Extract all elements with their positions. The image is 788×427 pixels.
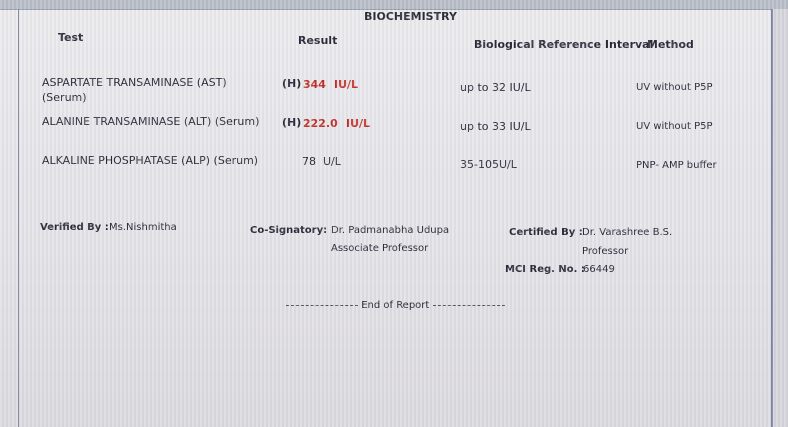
- row-ast-value: 344: [303, 78, 326, 91]
- verified-label: Verified By :: [40, 222, 109, 233]
- header-reference: Biological Reference Interval: [474, 38, 654, 51]
- certified-label: Certified By :: [509, 227, 583, 238]
- section-title: BIOCHEMISTRY: [364, 10, 457, 23]
- row-alp-reference: 35-105U/L: [460, 158, 517, 171]
- right-scroll-area[interactable]: [773, 9, 788, 427]
- header-method: Method: [647, 38, 694, 51]
- row-alt-test: ALANINE TRANSAMINASE (ALT) (Serum): [42, 115, 260, 128]
- cosign-title: Associate Professor: [331, 243, 429, 254]
- row-ast-unit: IU/L: [334, 78, 359, 91]
- row-alp-unit: U/L: [323, 155, 341, 168]
- row-alt-value: 222.0: [303, 117, 338, 130]
- row-ast-specimen: (Serum): [42, 91, 87, 104]
- row-ast-method: UV without P5P: [636, 82, 713, 93]
- row-alt-reference: up to 33 IU/L: [460, 120, 531, 133]
- row-alt-method: UV without P5P: [636, 121, 713, 132]
- row-ast-reference: up to 32 IU/L: [460, 81, 531, 94]
- report-window: BIOCHEMISTRY Test Result Biological Refe…: [0, 0, 788, 427]
- footer-dashes-right: [432, 304, 505, 306]
- header-result: Result: [298, 34, 338, 47]
- row-alp-method: PNP- AMP buffer: [636, 160, 717, 171]
- verified-name: Ms.Nishmitha: [109, 222, 177, 233]
- row-ast-test: ASPARTATE TRANSAMINASE (AST): [42, 76, 227, 89]
- footer-dashes-left: [286, 304, 358, 306]
- cosign-label: Co-Signatory:: [250, 225, 328, 236]
- row-alt-flag: (H): [282, 116, 302, 129]
- certified-name: Dr. Varashree B.S.: [582, 227, 673, 238]
- left-frame-border: [18, 9, 19, 427]
- certified-title: Professor: [582, 246, 629, 257]
- mci-value: 66449: [583, 264, 615, 275]
- mci-label: MCI Reg. No. :: [505, 264, 585, 275]
- row-alp-value: 78: [302, 155, 316, 168]
- row-ast-flag: (H): [282, 77, 302, 90]
- window-top-bar: [0, 0, 788, 10]
- row-alt-unit: IU/L: [346, 117, 371, 130]
- cosign-name: Dr. Padmanabha Udupa: [331, 225, 450, 236]
- footer-text: End of Report: [361, 300, 430, 311]
- row-alp-test: ALKALINE PHOSPHATASE (ALP) (Serum): [42, 154, 259, 167]
- header-test: Test: [58, 31, 84, 44]
- end-of-report: End of Report: [286, 300, 505, 311]
